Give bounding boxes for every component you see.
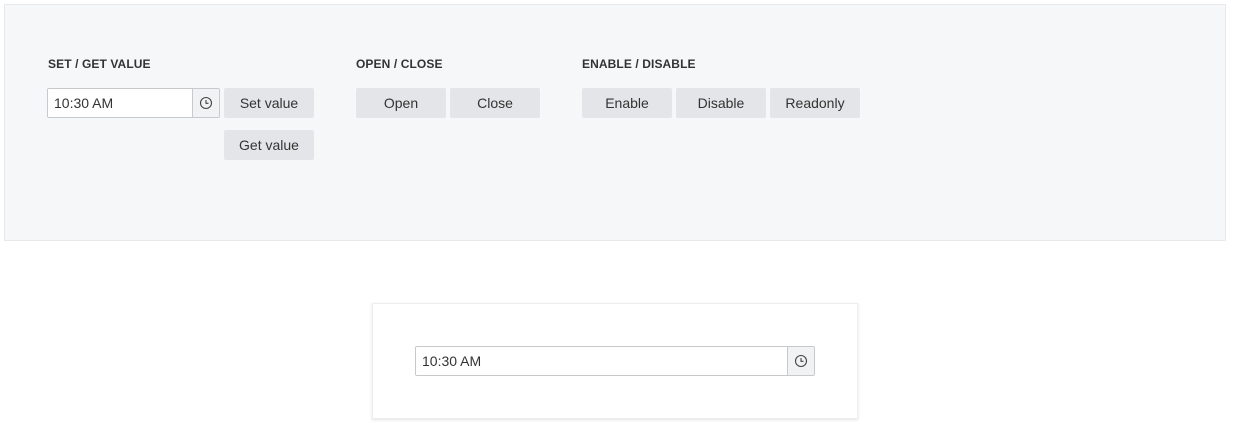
enable-disable-title: ENABLE / DISABLE [582, 57, 696, 71]
demo-time-picker [415, 346, 815, 376]
enable-button[interactable]: Enable [582, 88, 672, 118]
enable-disable-section: ENABLE / DISABLE [582, 57, 696, 89]
config-time-picker [47, 88, 220, 118]
clock-icon [199, 96, 213, 110]
disable-button[interactable]: Disable [676, 88, 766, 118]
demo-time-input[interactable] [416, 347, 787, 375]
set-get-section: SET / GET VALUE [48, 57, 151, 89]
open-close-section: OPEN / CLOSE [356, 57, 443, 89]
readonly-button[interactable]: Readonly [770, 88, 860, 118]
configurator-panel: SET / GET VALUE Set value Get value OPEN… [4, 4, 1226, 241]
set-value-button[interactable]: Set value [224, 88, 314, 118]
config-time-input[interactable] [48, 89, 192, 117]
clock-icon [794, 354, 808, 368]
demo-clock-button[interactable] [787, 347, 814, 375]
close-button[interactable]: Close [450, 88, 540, 118]
set-get-title: SET / GET VALUE [48, 57, 151, 71]
config-clock-button[interactable] [192, 89, 219, 117]
demo-card [372, 303, 858, 419]
get-value-button[interactable]: Get value [224, 130, 314, 160]
open-close-title: OPEN / CLOSE [356, 57, 443, 71]
open-button[interactable]: Open [356, 88, 446, 118]
